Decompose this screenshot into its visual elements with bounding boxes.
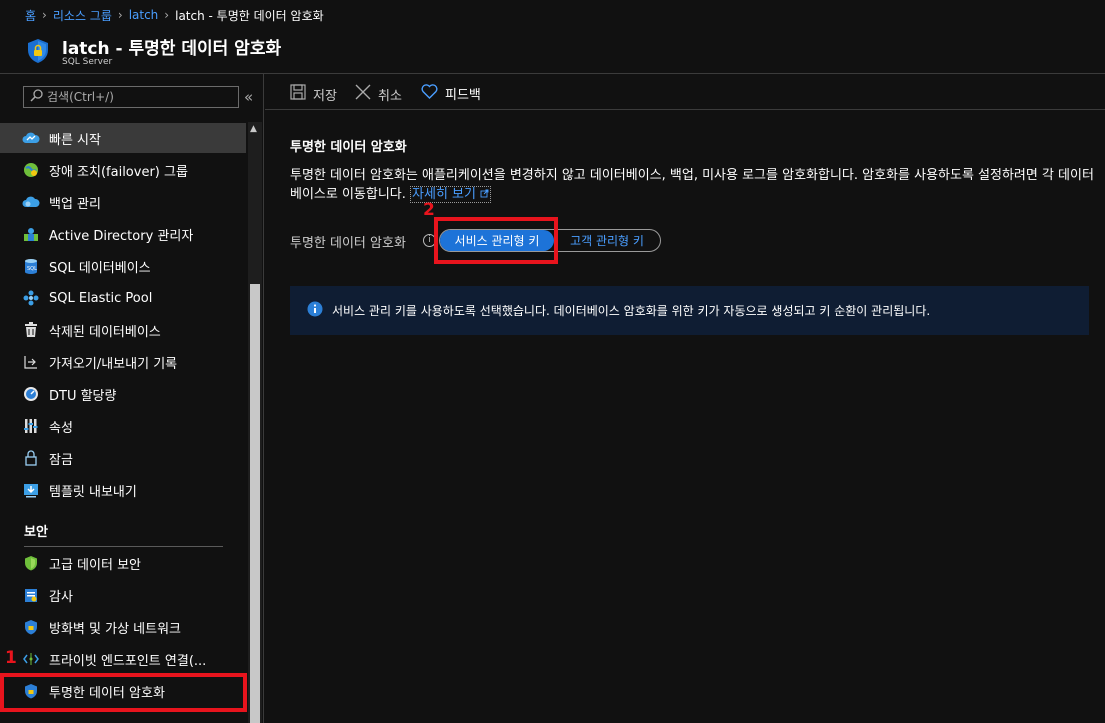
breadcrumb: 홈 › 리소스 그룹 › latch › latch - 투명한 데이터 암호화 (0, 0, 1105, 30)
sidebar-item-label: SQL 데이터베이스 (49, 260, 151, 276)
ad-admin-icon (22, 225, 40, 243)
sidebar-item-label: 잠금 (49, 452, 73, 468)
page-title: latch - 투명한 데이터 암호화 (62, 39, 282, 59)
trash-icon (22, 321, 40, 339)
tde-field-label: 투명한 데이터 암호화 (290, 236, 406, 251)
page-subtitle: SQL Server (62, 57, 113, 67)
section-title-security: 보안 (24, 525, 48, 540)
sidebar-item-quickstart[interactable]: 빠른 시작 (0, 123, 246, 153)
save-label: 저장 (313, 88, 337, 104)
svg-text:SQL: SQL (27, 266, 37, 272)
sidebar-item-elastic-pool[interactable]: SQL Elastic Pool (0, 283, 246, 313)
sidebar-item-label: 감사 (49, 589, 73, 605)
sidebar-item-import-export[interactable]: 가져오기/내보내기 기록 (0, 347, 246, 377)
sidebar-item-label: 장애 조치(failover) 그룹 (49, 164, 188, 180)
sidebar-item-firewall[interactable]: 방화벽 및 가상 네트워크 (0, 612, 246, 642)
sidebar-scroll-thumb[interactable] (250, 284, 260, 723)
endpoint-icon (22, 650, 40, 668)
sidebar-item-label: 백업 관리 (49, 196, 101, 212)
sidebar-item-label: Active Directory 관리자 (49, 228, 194, 244)
globe-icon (22, 161, 40, 179)
sidebar-item-backup[interactable]: 백업 관리 (0, 187, 246, 217)
callout-box-2 (434, 217, 558, 264)
download-template-icon (22, 481, 40, 499)
breadcrumb-current: latch - 투명한 데이터 암호화 (175, 8, 324, 23)
section-divider (24, 546, 223, 547)
scroll-up-arrow-icon[interactable]: ▲ (250, 124, 257, 134)
cloud-backup-icon (22, 193, 40, 211)
feedback-label: 피드백 (445, 88, 481, 103)
info-banner: 서비스 관리 키를 사용하도록 선택했습니다. 데이터베이스 암호화를 위한 키… (290, 286, 1089, 335)
sidebar-item-export-template[interactable]: 템플릿 내보내기 (0, 475, 246, 505)
save-icon (290, 84, 313, 104)
description-text: 투명한 데이터 암호화는 애플리케이션을 변경하지 않고 데이터베이스, 백업,… (290, 166, 1095, 204)
sidebar-item-failover-groups[interactable]: 장애 조치(failover) 그룹 (0, 155, 246, 185)
chevron-right-icon: › (164, 8, 170, 22)
sidebar-item-deleted-databases[interactable]: 삭제된 데이터베이스 (0, 315, 246, 345)
save-button[interactable]: 저장 (290, 84, 337, 104)
external-link-icon (480, 187, 489, 202)
sidebar-item-label: 빠른 시작 (49, 132, 101, 148)
search-input[interactable] (47, 90, 227, 104)
chevron-right-icon: › (117, 8, 123, 22)
search-icon (30, 88, 43, 106)
section-heading: 투명한 데이터 암호화 (290, 140, 407, 155)
info-icon (307, 301, 323, 321)
breadcrumb-latch[interactable]: latch (129, 8, 159, 22)
sidebar-item-label: DTU 할당량 (49, 388, 117, 404)
sidebar-item-label: 가져오기/내보내기 기록 (49, 356, 178, 372)
callout-number-1: 1 (5, 648, 17, 668)
cancel-button[interactable]: 취소 (355, 84, 402, 104)
sidebar-item-label: SQL Elastic Pool (49, 290, 153, 306)
database-icon: SQL (22, 257, 40, 275)
sidebar-item-locks[interactable]: 잠금 (0, 443, 246, 473)
import-export-icon (22, 353, 40, 371)
gauge-icon (22, 385, 40, 403)
callout-box-1 (0, 673, 247, 712)
heart-icon (421, 84, 445, 103)
sidebar-item-label: 고급 데이터 보안 (49, 557, 141, 573)
sidebar-item-private-endpoints[interactable]: 프라이빗 엔드포인트 연결(... (0, 644, 246, 674)
sidebar-item-sql-databases[interactable]: SQL SQL 데이터베이스 (0, 251, 246, 281)
collapse-sidebar-button[interactable]: « (244, 88, 253, 106)
sidebar-item-label: 삭제된 데이터베이스 (49, 324, 161, 340)
learn-more-label: 자세히 보기 (412, 187, 476, 202)
sidebar-item-dtu-quota[interactable]: DTU 할당량 (0, 379, 246, 409)
shield-green-icon (22, 554, 40, 572)
firewall-shield-icon (22, 618, 40, 636)
breadcrumb-home[interactable]: 홈 (25, 7, 36, 24)
sidebar-item-advanced-data-security[interactable]: 고급 데이터 보안 (0, 548, 246, 578)
cancel-label: 취소 (378, 88, 402, 104)
audit-icon (22, 586, 40, 604)
sidebar-item-properties[interactable]: 속성 (0, 411, 246, 441)
info-message: 서비스 관리 키를 사용하도록 선택했습니다. 데이터베이스 암호화를 위한 키… (332, 304, 931, 318)
sidebar-item-auditing[interactable]: 감사 (0, 580, 246, 610)
sidebar-item-label: 템플릿 내보내기 (49, 484, 137, 500)
lock-icon (22, 449, 40, 467)
breadcrumb-resource-groups[interactable]: 리소스 그룹 (53, 7, 112, 24)
shield-icon (27, 38, 49, 68)
sidebar-item-label: 방화벽 및 가상 네트워크 (49, 621, 181, 637)
cloud-icon (22, 129, 40, 147)
chevron-right-icon: › (42, 8, 47, 22)
search-box[interactable] (23, 86, 239, 108)
callout-number-2: 2 (423, 200, 435, 220)
customer-managed-key-option[interactable]: 고객 관리형 키 (556, 230, 658, 251)
sidebar-item-label: 프라이빗 엔드포인트 연결(... (49, 653, 207, 669)
sidebar-item-ad-admin[interactable]: Active Directory 관리자 (0, 219, 246, 249)
elastic-pool-icon (22, 289, 40, 307)
close-icon (355, 84, 378, 104)
sidebar-item-label: 속성 (49, 420, 73, 436)
feedback-button[interactable]: 피드백 (421, 84, 481, 103)
properties-icon (22, 417, 40, 435)
